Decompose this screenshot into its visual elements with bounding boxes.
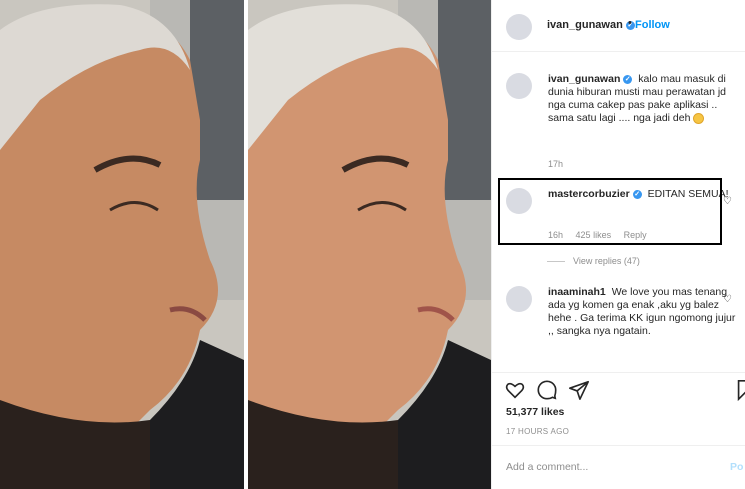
add-comment-bar: Add a comment... Po xyxy=(492,445,745,489)
post-header: ivan_gunawan ✓ • Follow xyxy=(492,0,745,52)
post-actions: 51,377 likes 17 HOURS AGO xyxy=(492,372,745,444)
commenter-username[interactable]: inaaminah1 xyxy=(548,286,606,298)
like-comment-heart-icon[interactable]: ♡ xyxy=(723,294,732,305)
post-photo-right xyxy=(248,0,491,489)
comment-meta: 17h xyxy=(548,159,573,169)
post-comment-button[interactable]: Po xyxy=(730,461,743,473)
comment-time: 17h xyxy=(548,159,564,169)
author-username[interactable]: ivan_gunawan ✓ xyxy=(547,19,635,31)
comment-icon[interactable] xyxy=(536,379,558,401)
add-comment-input[interactable]: Add a comment... xyxy=(506,461,588,473)
author-avatar[interactable] xyxy=(506,14,532,40)
post-photo-left xyxy=(0,0,244,489)
commenter-avatar[interactable] xyxy=(506,73,532,99)
verified-badge-icon: ✓ xyxy=(623,74,633,84)
commenter-username[interactable]: ivan_gunawan ✓ xyxy=(548,73,633,85)
commenter-avatar[interactable] xyxy=(506,286,532,312)
emoji-icon xyxy=(693,112,705,124)
post-image-area[interactable] xyxy=(0,0,491,489)
bookmark-icon[interactable] xyxy=(734,379,745,401)
share-icon[interactable] xyxy=(568,379,590,401)
view-replies-button[interactable]: View replies (47) xyxy=(547,256,640,266)
comment-body: inaaminah1 We love you mas tenang ada yg… xyxy=(548,286,736,338)
comment-body: ivan_gunawan ✓ kalo mau masuk di dunia hi… xyxy=(548,73,736,125)
replies-divider xyxy=(547,261,565,263)
separator-dot: • xyxy=(628,17,632,29)
follow-button[interactable]: Follow xyxy=(635,19,670,31)
post-timestamp: 17 HOURS AGO xyxy=(506,427,570,436)
comment-highlight-box xyxy=(498,178,722,245)
heart-icon[interactable] xyxy=(504,379,526,401)
likes-count[interactable]: 51,377 likes xyxy=(506,406,564,418)
like-comment-heart-icon[interactable]: ♡ xyxy=(723,196,732,207)
